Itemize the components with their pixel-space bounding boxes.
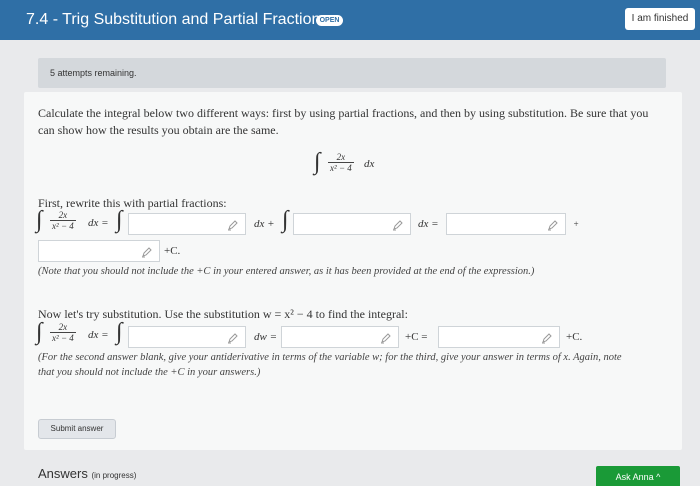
part2-note-line-2: that you should not include the +C in yo…: [38, 367, 261, 378]
pencil-icon[interactable]: [380, 332, 392, 344]
integral-sign: ∫: [36, 319, 43, 345]
integral-sign: ∫: [36, 207, 43, 233]
lhs-numerator: 2x: [50, 210, 76, 221]
partial-fraction-term-2-input[interactable]: [293, 213, 411, 235]
attempts-text: 5 attempts remaining.: [50, 68, 137, 78]
answers-status: (in progress): [91, 471, 137, 480]
lhs-fraction-2: 2x x² − 4: [50, 322, 76, 343]
pencil-icon[interactable]: [227, 332, 239, 344]
prompt-line-1: Calculate the integral below two differe…: [38, 106, 649, 120]
attempts-banner: 5 attempts remaining.: [38, 58, 666, 88]
finished-button[interactable]: I am finished: [625, 8, 695, 30]
plus-text: +: [573, 219, 580, 229]
dw-equals-text: dw =: [254, 331, 278, 343]
pencil-icon[interactable]: [141, 246, 153, 258]
header-bar: 7.4 - Trig Substitution and Partial Frac…: [0, 0, 700, 40]
integral-fraction: 2x x² − 4: [328, 152, 354, 173]
page-title: 7.4 - Trig Substitution and Partial Frac…: [26, 11, 329, 28]
integral-sign: ∫: [282, 207, 289, 233]
integral-denominator: x² − 4: [330, 163, 352, 173]
submit-answer-button[interactable]: Submit answer: [38, 419, 116, 439]
integral-sign: ∫: [116, 319, 123, 345]
lhs-equals-2: dx =: [88, 329, 109, 341]
prompt-line-2: can show how the results you obtain are …: [38, 123, 279, 137]
integral-sign: ∫: [116, 207, 123, 233]
substitution-intro: Now let's try substitution. Use the subs…: [38, 307, 408, 321]
lhs-equals: dx =: [88, 217, 109, 229]
answers-section-title[interactable]: Answers (in progress): [38, 466, 136, 481]
antiderivative-w-input[interactable]: [281, 326, 399, 348]
pencil-icon[interactable]: [541, 332, 553, 344]
pencil-icon[interactable]: [392, 219, 404, 231]
plus-c-text-2: +C.: [566, 331, 583, 343]
plus-c-text: +C.: [164, 245, 181, 257]
lhs-numerator-2: 2x: [50, 322, 76, 333]
integral-numerator: 2x: [328, 152, 354, 163]
answers-label: Answers: [38, 466, 88, 481]
ask-anna-button[interactable]: Ask Anna ^: [596, 466, 680, 486]
substitution-integrand-input[interactable]: [128, 326, 246, 348]
integral-dx: dx: [364, 158, 375, 170]
lhs-fraction: 2x x² − 4: [50, 210, 76, 231]
partial-fraction-result-1-input[interactable]: [446, 213, 566, 235]
antiderivative-x-input[interactable]: [438, 326, 560, 348]
partial-fraction-term-1-input[interactable]: [128, 213, 246, 235]
part2-note-line-1: (For the second answer blank, give your …: [38, 352, 622, 363]
dx-equals-text: dx =: [418, 218, 439, 230]
integral-sign: ∫: [314, 149, 321, 175]
lhs-denominator: x² − 4: [52, 221, 74, 231]
plus-c-equals-text: +C =: [405, 331, 428, 343]
dx-plus-text: dx +: [254, 218, 275, 230]
status-badge: OPEN: [316, 15, 343, 26]
lhs-denominator-2: x² − 4: [52, 333, 74, 343]
partial-fractions-intro: First, rewrite this with partial fractio…: [38, 196, 227, 210]
partial-fraction-result-2-input[interactable]: [38, 240, 160, 262]
pencil-icon[interactable]: [227, 219, 239, 231]
part1-note: (Note that you should not include the +C…: [38, 266, 535, 277]
pencil-icon[interactable]: [547, 219, 559, 231]
